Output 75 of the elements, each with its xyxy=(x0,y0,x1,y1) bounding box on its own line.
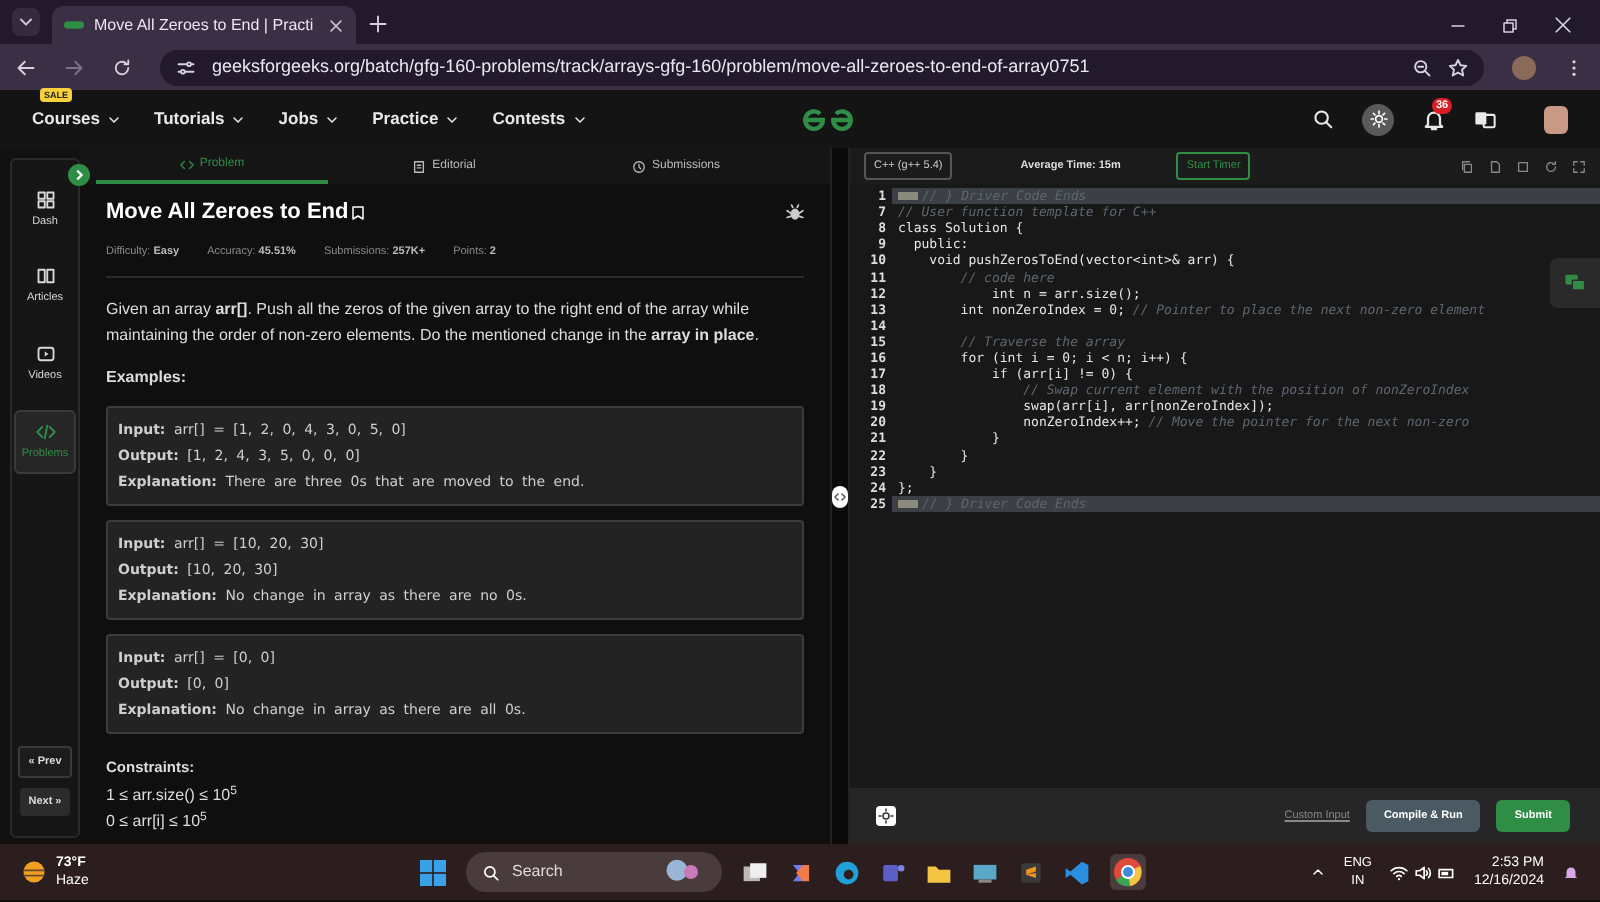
forward-icon[interactable] xyxy=(64,57,84,77)
taskbar-search-field[interactable]: Search xyxy=(466,852,722,892)
bookmark-star-icon[interactable] xyxy=(1448,57,1468,77)
notification-bell-icon[interactable] xyxy=(1562,863,1580,881)
problem-title: Move All Zeroes to End xyxy=(106,198,349,228)
user-avatar[interactable] xyxy=(1544,105,1568,133)
chat-icon xyxy=(1564,272,1586,294)
book-icon xyxy=(35,266,55,287)
url-text: geeksforgeeks.org/batch/gfg-160-problems/track/arrays-gfg-160/problem/move-all-zeroes-to-end-of-array0751 xyxy=(212,53,1092,80)
chat-button[interactable] xyxy=(1550,258,1600,308)
task-view-icon[interactable] xyxy=(742,859,768,885)
expand-sidebar-button[interactable] xyxy=(68,164,90,186)
nav-menu-item[interactable]: Courses xyxy=(32,106,123,132)
reset-icon[interactable] xyxy=(1544,159,1558,173)
problem-description: Given an array arr[]. Push all the zeros of the given array to the right end of the array while maintaining the order of non-zero elements. Do the mentioned change in the array in place. xyxy=(106,297,761,348)
bell-icon[interactable] xyxy=(1422,107,1446,131)
close-icon[interactable] xyxy=(1554,16,1572,34)
windows-start-icon[interactable] xyxy=(420,859,446,885)
browser-tab[interactable]: Move All Zeroes to End | Practi xyxy=(52,6,356,44)
constraint-text: 0 ≤ arr[i] ≤ 10$^{5}$ xyxy=(106,809,209,834)
profile-avatar[interactable] xyxy=(1512,55,1536,79)
fullscreen-icon[interactable] xyxy=(1572,159,1586,173)
tab-title: Move All Zeroes to End | Practi xyxy=(94,13,316,37)
theme-toggle-button[interactable] xyxy=(1362,103,1394,135)
edge-browser-icon[interactable] xyxy=(834,859,860,885)
nav-menu-item[interactable]: Practice xyxy=(372,106,461,132)
chevron-down-icon xyxy=(106,111,123,127)
constraint-text: 1 ≤ arr.size() ≤ 10$^{5}$ xyxy=(106,783,239,808)
chevron-down-icon xyxy=(230,111,247,127)
site-settings-icon[interactable] xyxy=(176,57,196,77)
chevron-right-icon xyxy=(72,168,86,182)
code-icon xyxy=(179,157,194,171)
tab-list-icon[interactable] xyxy=(12,8,40,36)
search-icon xyxy=(482,863,500,881)
code-icon xyxy=(35,421,55,442)
sublime-text-icon[interactable] xyxy=(1018,859,1044,885)
back-icon[interactable] xyxy=(16,57,36,77)
teams-icon[interactable] xyxy=(880,859,906,885)
new-tab-icon[interactable] xyxy=(368,14,388,34)
vscode-icon[interactable] xyxy=(1064,859,1090,885)
bookmark-icon[interactable] xyxy=(350,203,367,222)
weather-haze-icon xyxy=(20,858,48,886)
site-logo-icon xyxy=(64,18,84,32)
translate-icon[interactable] xyxy=(1474,108,1496,130)
chevron-down-icon xyxy=(444,111,461,127)
chrome-icon[interactable] xyxy=(1110,854,1146,890)
monitor-app-icon[interactable] xyxy=(972,859,998,885)
document-icon xyxy=(412,159,427,173)
nav-menu-item[interactable]: Contests xyxy=(492,106,588,132)
battery-icon[interactable] xyxy=(1437,863,1456,881)
bug-icon[interactable] xyxy=(786,203,804,222)
restore-icon[interactable] xyxy=(1502,17,1518,33)
chevron-down-icon xyxy=(571,111,588,127)
reload-icon[interactable] xyxy=(112,57,132,77)
copilot-icon[interactable] xyxy=(788,859,814,885)
section-heading: Examples: xyxy=(106,365,189,390)
zoom-icon[interactable] xyxy=(1412,57,1432,77)
dashboard-icon xyxy=(35,190,55,210)
nav-menu-item[interactable]: Jobs xyxy=(278,106,341,132)
sun-icon xyxy=(1369,110,1387,128)
wifi-icon[interactable] xyxy=(1389,863,1408,881)
volume-icon[interactable] xyxy=(1413,863,1432,881)
copy-icon[interactable] xyxy=(1460,159,1474,173)
drag-handle-icon[interactable] xyxy=(832,485,848,507)
close-icon[interactable] xyxy=(328,17,344,33)
site-logo-icon[interactable] xyxy=(800,105,856,133)
address-bar[interactable]: geeksforgeeks.org/batch/gfg-160-problems/track/arrays-gfg-160/problem/move-all-zeroes-to-end-of-array0751 xyxy=(160,49,1484,85)
theme-icon[interactable] xyxy=(876,806,896,826)
video-icon xyxy=(35,343,55,363)
clock-icon xyxy=(631,159,646,173)
paste-icon[interactable] xyxy=(1488,159,1502,173)
chevron-down-icon xyxy=(324,111,341,127)
search-icon[interactable] xyxy=(1312,108,1334,130)
chevron-up-icon[interactable] xyxy=(1309,864,1326,880)
nav-menu-item[interactable]: Tutorials xyxy=(154,106,247,132)
